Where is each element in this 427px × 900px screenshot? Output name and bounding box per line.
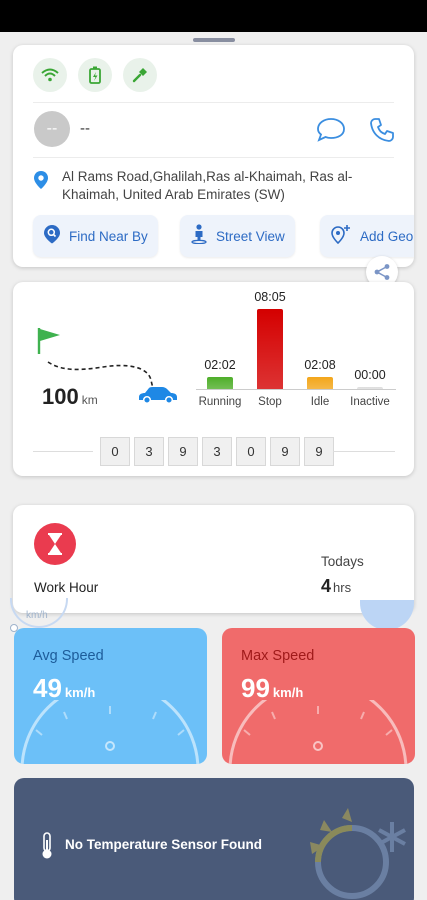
chat-icon[interactable] — [316, 117, 346, 148]
bar-label-inactive: Inactive — [350, 396, 390, 408]
hidden-gauge-unit: km/h — [26, 610, 48, 621]
vehicle-info-card: -- -- Al Rams Road,Ghalilah,Ras al-Khaim… — [13, 45, 414, 267]
driver-name: -- — [80, 120, 90, 137]
bar-idle — [307, 377, 333, 389]
distance-value: 100 — [42, 384, 79, 409]
sheet-drag-handle[interactable] — [193, 38, 235, 42]
divider — [33, 157, 394, 158]
hidden-gauge-card: km/h — [10, 598, 68, 628]
work-hour-card[interactable]: Work Hour Todays 4 hrs — [13, 505, 414, 613]
wifi-icon[interactable] — [33, 58, 67, 92]
bar-time-running: 02:02 — [204, 358, 236, 372]
hidden-panel-edge — [360, 600, 414, 630]
car-icon — [136, 385, 178, 410]
bar-inactive — [357, 387, 383, 389]
hourglass-icon — [34, 523, 76, 565]
distance-unit: km — [81, 393, 98, 407]
battery-icon[interactable] — [78, 58, 112, 92]
max-speed-unit: km/h — [272, 685, 304, 700]
phone-icon[interactable] — [369, 117, 395, 148]
avg-speed-title: Avg Speed — [33, 648, 104, 664]
speedometer-gauge-icon — [20, 700, 200, 764]
avg-speed-number: 49 — [33, 673, 62, 703]
divider — [33, 451, 93, 452]
trip-summary-card: 100 km 0 3 9 3 0 9 9 02:02 Running 08:05 Sto… — [13, 282, 414, 476]
todays-hours-value: 4 — [321, 576, 332, 596]
person-pin-icon — [190, 223, 208, 249]
chart-baseline — [196, 389, 396, 390]
divider — [333, 451, 395, 452]
bar-time-inactive: 00:00 — [354, 368, 386, 382]
avatar[interactable]: -- — [34, 111, 70, 147]
trip-distance: 100 km — [42, 384, 98, 410]
odometer: 0 3 9 3 0 9 9 — [100, 437, 334, 466]
todays-work-hours: 4 hrs — [321, 576, 351, 597]
speedometer-gauge-icon — [228, 700, 408, 764]
street-view-label: Street View — [216, 228, 285, 244]
divider — [33, 102, 394, 103]
work-hour-label: Work Hour — [34, 580, 99, 595]
avg-speed-card[interactable]: Avg Speed 49 km/h — [14, 628, 207, 764]
odometer-digit: 3 — [134, 437, 164, 466]
add-geo-button[interactable]: Add Geo — [320, 215, 414, 257]
odometer-digit: 9 — [304, 437, 334, 466]
location-pin-icon — [33, 170, 49, 195]
thermometer-icon — [40, 832, 54, 865]
odometer-digit: 0 — [100, 437, 130, 466]
sun-snowflake-icon — [310, 808, 406, 899]
bar-running — [207, 377, 233, 389]
odometer-digit: 9 — [168, 437, 198, 466]
bar-time-stop: 08:05 — [254, 290, 286, 304]
vehicle-address: Al Rams Road,Ghalilah,Ras al-Khaimah, Ra… — [62, 169, 353, 202]
odometer-digit: 3 — [202, 437, 232, 466]
max-speed-title: Max Speed — [241, 648, 315, 664]
add-geo-label: Add Geo — [360, 228, 414, 244]
max-speed-number: 99 — [241, 673, 270, 703]
bar-stop — [257, 309, 283, 389]
bar-time-idle: 02:08 — [304, 358, 336, 372]
odometer-digit: 0 — [236, 437, 266, 466]
add-location-icon — [330, 224, 352, 249]
avg-speed-unit: km/h — [64, 685, 96, 700]
temperature-message: No Temperature Sensor Found — [65, 837, 263, 852]
odometer-digit: 9 — [270, 437, 300, 466]
find-near-by-button[interactable]: Find Near By — [33, 215, 158, 257]
ignition-key-icon[interactable] — [123, 58, 157, 92]
status-bar — [0, 0, 427, 32]
todays-label: Todays — [321, 554, 364, 569]
max-speed-card[interactable]: Max Speed 99 km/h — [222, 628, 415, 764]
todays-hours-unit: hrs — [333, 580, 352, 595]
street-view-button[interactable]: Street View — [180, 215, 295, 257]
search-location-icon — [43, 224, 61, 249]
find-near-by-label: Find Near By — [69, 228, 148, 244]
temperature-card[interactable]: No Temperature Sensor Found — [14, 778, 414, 900]
